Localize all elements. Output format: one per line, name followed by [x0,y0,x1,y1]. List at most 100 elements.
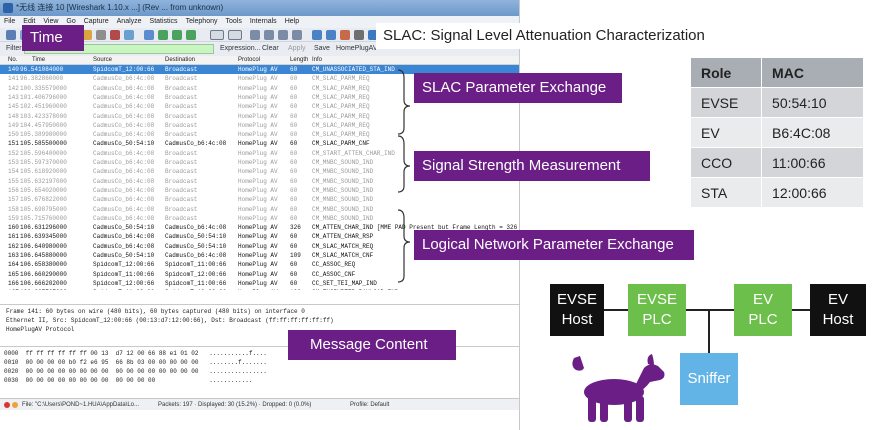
cell-dst: CadmusCo_b6:4c:08 [165,224,227,232]
cell-len: 60 [290,112,298,120]
cell-src: CadmusCo_b6:4c:08 [93,205,155,213]
resize-columns-icon[interactable] [292,30,302,40]
find-icon[interactable] [144,30,154,40]
table-row[interactable]: 145 102.451960000 CadmusCo_b6:4c:08 Broadca… [0,102,519,111]
coloring-rules-icon[interactable] [340,30,350,40]
col-time[interactable]: Time [32,56,45,65]
table-row[interactable]: 149 104.457950000 CadmusCo_b6:4c:08 Broadca… [0,121,519,130]
cell-src: CadmusCo_b6:4c:08 [93,93,155,101]
cell-dst: SpidcomT_11:00:66 [165,279,227,287]
go-to-packet-icon[interactable] [186,30,196,40]
cell-dst: Broadcast [165,75,198,83]
table-row[interactable]: 158 105.698795000 CadmusCo_b6:4c:08 Broadca… [0,205,519,214]
menu-telephony[interactable]: Telephony [182,16,222,28]
cell-proto: HomePlug AV [238,168,278,176]
go-back-icon[interactable] [158,30,168,40]
table-row[interactable]: 151 105.585500000 CadmusCo_50:54:10 CadmusC… [0,139,519,148]
zoom-reset-icon[interactable] [278,30,288,40]
cell-proto: HomePlug AV [238,75,278,83]
preferences-icon[interactable] [354,30,364,40]
col-destination[interactable]: Destination [165,56,195,65]
table-row[interactable]: 165 106.660290000 SpidcomT_11:00:66 Spidcom… [0,270,519,279]
table-row[interactable]: 166 106.666202000 SpidcomT_12:00:66 Spidcom… [0,279,519,288]
expert-info-icon[interactable] [4,402,10,408]
mac-cell: 50:54:10 [761,87,864,118]
cell-no: 149 [8,121,19,129]
cell-src: CadmusCo_b6:4c:08 [93,242,155,250]
cell-dst: Broadcast [165,196,198,204]
status-bar: File: "C:\Users\POND~1.HUA\AppData\Lo...… [0,398,519,411]
col-length[interactable]: Length [290,56,308,65]
table-row[interactable]: 157 105.676822000 CadmusCo_b6:4c:08 Broadca… [0,195,519,204]
capture-filters-icon[interactable] [312,30,322,40]
zoom-in-icon[interactable] [250,30,260,40]
cell-time: 100.335579000 [20,84,67,92]
menu-tools[interactable]: Tools [221,16,245,28]
cell-proto: HomePlug AV [238,103,278,111]
expression-button[interactable]: Expression... [220,42,260,56]
cell-len: 60 [290,131,298,139]
table-row[interactable]: 164 106.658380000 SpidcomT_12:00:66 Spidcom… [0,260,519,269]
menu-help[interactable]: Help [281,16,303,28]
capture-comments-icon[interactable] [12,402,18,408]
save-filter-button[interactable]: Save [314,42,330,56]
cell-proto: HomePlug AV [238,196,278,204]
zoom-out-icon[interactable] [264,30,274,40]
signal-label: Signal Strength Measurement [414,151,650,181]
status-profile[interactable]: Profile: Default [350,399,389,411]
cell-info: CM_SLAC_MATCH_REQ [312,242,374,250]
reload-icon[interactable] [124,30,134,40]
autoscroll-icon[interactable] [228,30,242,40]
table-row[interactable]: 148 103.423378000 CadmusCo_b6:4c:08 Broadca… [0,112,519,121]
evse-host-box: EVSE Host [550,284,604,336]
save-file-icon[interactable] [96,30,106,40]
cell-len: 60 [290,186,298,194]
detail-ethernet[interactable]: Ethernet II, Src: SpidcomT_12:00:66 (00:… [6,316,519,325]
filter-preset-button[interactable]: HomePlugAV [336,42,378,56]
cell-info: CC_SET_TEI_MAP_IND [312,279,377,287]
cell-time: 106.666202000 [20,279,67,287]
slide-title: SLAC: Signal Level Attenuation Character… [376,23,722,49]
go-forward-icon[interactable] [172,30,182,40]
table-row[interactable]: 167106.667767000 SpidcomT_11:00:66 Spidcom… [0,288,519,290]
clear-button[interactable]: Clear [262,42,279,56]
filter-label: Filter: [6,45,24,52]
cell-no: 162 [8,242,19,250]
mac-cell: 11:00:66 [761,147,864,178]
slac-param-label: SLAC Parameter Exchange [414,73,622,103]
cell-info: CM_SLAC_PARM_CNF [312,140,370,148]
col-source[interactable]: Source [93,56,112,65]
cell-info: CM_MNBC_SOUND_IND [312,168,374,176]
colorize-icon[interactable] [210,30,224,40]
cell-src: SpidcomT_12:00:66 [93,279,155,287]
wireshark-window: *无线 连接 10 [Wireshark 1.10.x ...] (Rev ..… [0,0,520,430]
cell-no: 157 [8,196,19,204]
menu-capture[interactable]: Capture [80,16,113,28]
cell-info: CM_SLAC_PARM_REQ [312,103,370,111]
hex-line: 0020 00 00 00 00 00 00 00 00 00 00 00 00… [4,368,267,375]
col-info[interactable]: Info [312,56,322,65]
interfaces-icon[interactable] [6,30,16,40]
table-row[interactable]: 159 105.715760000 CadmusCo_b6:4c:08 Broadca… [0,214,519,223]
apply-button[interactable]: Apply [288,42,306,56]
menu-analyze[interactable]: Analyze [113,16,146,28]
mac-table-header-role: Role [689,57,763,88]
mac-cell: B6:4C:08 [761,117,864,148]
cell-no: 148 [8,112,19,120]
menu-statistics[interactable]: Statistics [146,16,182,28]
cell-proto: HomePlug AV [238,233,278,241]
display-filters-icon[interactable] [326,30,336,40]
cell-dst: Broadcast [165,66,198,73]
cell-info: CM_MNBC_SOUND_IND [312,177,374,185]
col-no[interactable]: No. [8,56,17,65]
role-cell: STA [689,177,763,208]
table-row[interactable]: 156 105.654020000 CadmusCo_b6:4c:08 Broadca… [0,186,519,195]
cell-dst: CadmusCo_50:54:10 [165,233,227,241]
col-protocol[interactable]: Protocol [238,56,260,65]
menu-internals[interactable]: Internals [246,16,281,28]
detail-frame[interactable]: Frame 141: 60 bytes on wire (480 bits), … [6,307,519,316]
menu-file[interactable]: File [0,16,19,28]
table-row[interactable]: 150 105.389980000 CadmusCo_b6:4c:08 Broadca… [0,130,519,139]
close-file-icon[interactable] [110,30,120,40]
cell-info: CM_SLAC_PARM_REQ [312,93,370,101]
